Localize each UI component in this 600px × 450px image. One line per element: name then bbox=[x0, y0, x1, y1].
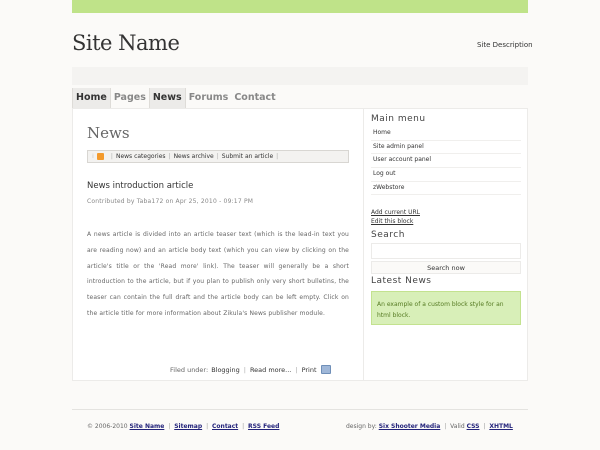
latest-news-heading: Latest News bbox=[371, 276, 432, 286]
toolbar-separator: | bbox=[216, 153, 219, 160]
main-menu-heading: Main menu bbox=[371, 114, 426, 124]
news-categories-link[interactable]: News categories bbox=[116, 153, 166, 160]
footer-separator: | bbox=[206, 423, 209, 430]
nav-forums[interactable]: Forums bbox=[186, 88, 232, 108]
article-teaser: A news article is divided into an articl… bbox=[87, 231, 349, 317]
footer-divider bbox=[72, 409, 528, 410]
category-link[interactable]: Blogging bbox=[211, 366, 240, 374]
xhtml-link[interactable]: XHTML bbox=[489, 423, 513, 430]
search-heading: Search bbox=[371, 230, 405, 240]
footer-separator: | bbox=[483, 423, 486, 430]
menu-item-site-admin[interactable]: Site admin panel bbox=[371, 141, 521, 155]
sitemap-link[interactable]: Sitemap bbox=[174, 423, 202, 430]
article-footer: Filed under: Blogging | Read more... | P… bbox=[170, 365, 331, 374]
news-archive-link[interactable]: News archive bbox=[174, 153, 214, 160]
menu-item-home[interactable]: Home bbox=[371, 127, 521, 141]
css-link[interactable]: CSS bbox=[467, 423, 480, 430]
latest-news-block: An example of a custom block style for a… bbox=[371, 291, 521, 325]
site-name[interactable]: Site Name bbox=[72, 31, 180, 55]
toolbar-grip-icon: ⁞ bbox=[92, 153, 94, 160]
news-toolbar: ⁞ | News categories | News archive | Sub… bbox=[87, 150, 349, 163]
toolbar-separator: | bbox=[110, 153, 113, 160]
nav-news[interactable]: News bbox=[148, 88, 186, 108]
menu-item-zwebstore[interactable]: zWebstore bbox=[371, 182, 521, 196]
copyright-text: © 2006-2010 bbox=[87, 423, 128, 430]
submit-article-link[interactable]: Submit an article bbox=[222, 153, 273, 160]
nav-home[interactable]: Home bbox=[72, 88, 111, 108]
search-button[interactable]: Search now bbox=[371, 261, 521, 274]
menu-item-log-out[interactable]: Log out bbox=[371, 168, 521, 182]
add-current-url-link[interactable]: Add current URL bbox=[371, 209, 420, 216]
footer-left: © 2006-2010 Site Name | Sitemap | Contac… bbox=[87, 423, 279, 430]
valid-label: Valid bbox=[450, 423, 465, 430]
footer-separator: | bbox=[295, 365, 298, 374]
design-by-label: design by: bbox=[346, 423, 377, 430]
page-title: News bbox=[87, 124, 130, 142]
rss-feed-link[interactable]: RSS Feed bbox=[248, 423, 279, 430]
read-more-link[interactable]: Read more... bbox=[250, 366, 291, 374]
filed-under-label: Filed under: bbox=[170, 365, 209, 374]
footer-contact-link[interactable]: Contact bbox=[212, 423, 238, 430]
search-input[interactable] bbox=[371, 243, 521, 259]
printer-icon[interactable] bbox=[320, 365, 331, 374]
header-strip bbox=[72, 67, 528, 85]
main-nav: Home Pages News Forums Contact bbox=[72, 88, 279, 108]
edit-block-link[interactable]: Edit this block bbox=[371, 218, 413, 225]
toolbar-separator: | bbox=[276, 153, 279, 160]
site-description: Site Description bbox=[477, 41, 533, 49]
footer-separator: | bbox=[444, 423, 447, 430]
footer-site-name-link[interactable]: Site Name bbox=[130, 423, 165, 430]
nav-contact[interactable]: Contact bbox=[231, 88, 278, 108]
menu-item-user-account[interactable]: User account panel bbox=[371, 154, 521, 169]
footer-separator: | bbox=[242, 423, 245, 430]
footer-separator: | bbox=[168, 423, 171, 430]
rss-icon[interactable] bbox=[96, 153, 104, 160]
designer-link[interactable]: Six Shooter Media bbox=[379, 423, 441, 430]
footer-right: design by: Six Shooter Media | Valid CSS… bbox=[346, 423, 513, 430]
nav-pages[interactable]: Pages bbox=[111, 88, 149, 108]
article-title[interactable]: News introduction article bbox=[87, 181, 193, 191]
main-menu: Home Site admin panel User account panel… bbox=[371, 127, 521, 196]
print-link[interactable]: Print bbox=[302, 366, 317, 374]
article-byline: Contributed by Taba172 on Apr 25, 2010 -… bbox=[87, 198, 254, 205]
column-divider bbox=[363, 108, 364, 381]
toolbar-separator: | bbox=[168, 153, 171, 160]
top-accent-bar bbox=[72, 0, 528, 13]
footer-separator: | bbox=[243, 365, 246, 374]
